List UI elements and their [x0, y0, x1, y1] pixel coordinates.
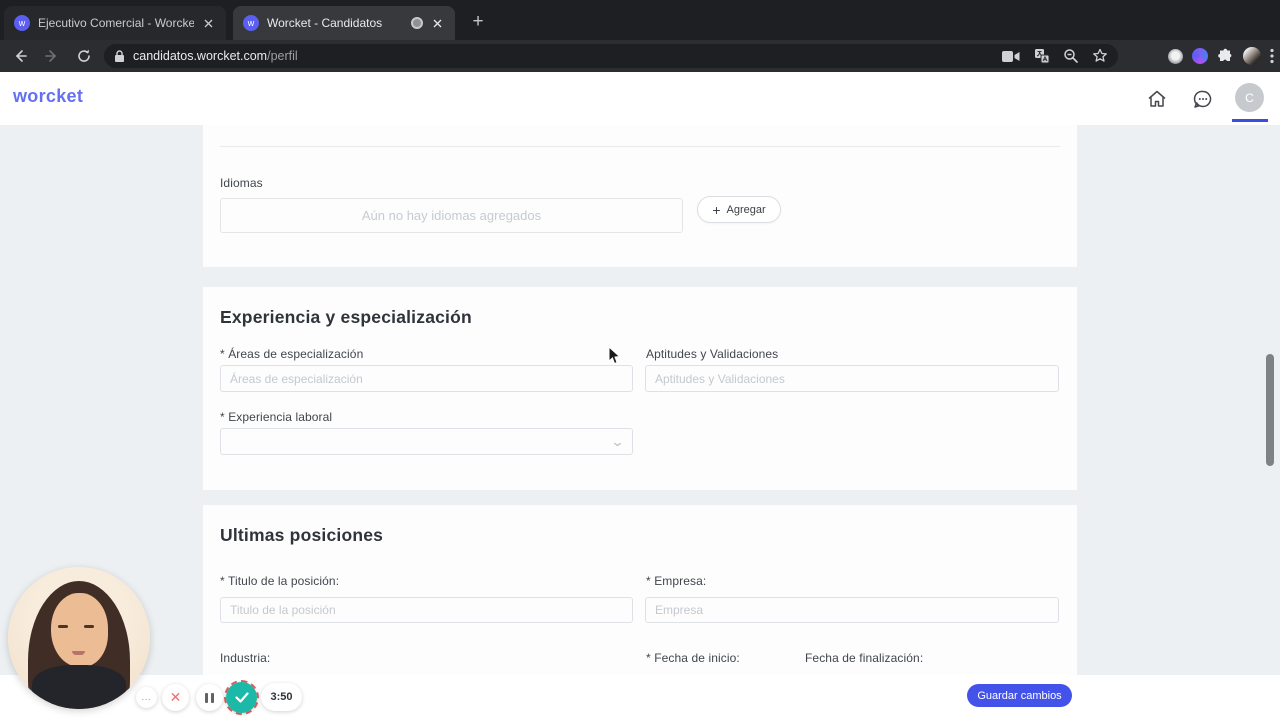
chat-icon[interactable]	[1192, 88, 1214, 110]
recorder-pause-button[interactable]	[196, 684, 223, 711]
recorder-finish-button[interactable]	[226, 682, 257, 713]
industria-label: Industria:	[220, 651, 271, 665]
tab-worcket-candidatos[interactable]: w Worcket - Candidatos	[233, 6, 455, 40]
tab-title: Worcket - Candidatos	[267, 16, 383, 30]
aptitudes-label: Aptitudes y Validaciones	[646, 347, 779, 361]
recorder-more-button[interactable]: …	[136, 687, 157, 708]
recording-indicator-icon	[411, 17, 423, 29]
areas-input[interactable]	[220, 365, 633, 392]
experiencia-laboral-label: * Experiencia laboral	[220, 410, 333, 424]
idiomas-empty-text: Aún no hay idiomas agregados	[361, 208, 542, 223]
titulo-posicion-label: * Titulo de la posición:	[220, 574, 340, 588]
user-avatar[interactable]: C	[1235, 83, 1264, 112]
page-scrollbar[interactable]	[1266, 354, 1274, 466]
webcam-preview[interactable]	[8, 567, 150, 709]
close-tab-icon[interactable]	[200, 15, 216, 31]
plus-icon: +	[712, 201, 721, 218]
posiciones-card: Ultimas posiciones * Titulo de la posici…	[203, 505, 1077, 675]
chevron-down-icon: ⌄	[610, 434, 625, 449]
agregar-idioma-button[interactable]: + Agregar	[697, 196, 781, 223]
experiencia-laboral-select[interactable]: ⌄	[220, 428, 633, 455]
loom-extension-icon[interactable]	[1168, 48, 1183, 64]
tab-ejecutivo-comercial[interactable]: w Ejecutivo Comercial - Worcket	[4, 6, 226, 40]
section-divider	[220, 146, 1060, 147]
worcket-logo[interactable]: worcket	[13, 86, 83, 107]
browser-tab-bar: w Ejecutivo Comercial - Worcket w Worcke…	[0, 0, 1280, 40]
idiomas-empty-list: Aún no hay idiomas agregados	[220, 198, 683, 233]
address-bar[interactable]: candidatos.worcket.com/perfil	[104, 44, 1118, 68]
recorder-timer: 3:50	[261, 683, 302, 711]
worcket-favicon: w	[243, 15, 259, 31]
home-icon[interactable]	[1146, 88, 1168, 110]
tab-title: Ejecutivo Comercial - Worcket	[38, 16, 194, 30]
experiencia-title: Experiencia y especialización	[220, 307, 472, 327]
extension-flower-icon[interactable]	[1192, 48, 1208, 64]
app-header: worcket C	[0, 72, 1280, 125]
recorder-cancel-button[interactable]: ✕	[162, 684, 189, 711]
back-icon[interactable]	[8, 44, 32, 68]
worcket-favicon: w	[14, 15, 30, 31]
posiciones-title: Ultimas posiciones	[220, 525, 384, 545]
fecha-inicio-label: * Fecha de inicio:	[646, 651, 740, 665]
close-tab-icon[interactable]	[429, 15, 445, 31]
active-nav-indicator	[1232, 119, 1268, 122]
idiomas-label: Idiomas	[220, 176, 263, 190]
zoom-icon[interactable]	[1063, 48, 1079, 64]
mouse-cursor	[608, 346, 621, 365]
new-tab-button[interactable]: +	[466, 10, 490, 34]
url-host: candidatos.worcket.com	[133, 49, 268, 63]
reload-icon[interactable]	[72, 44, 96, 68]
browser-menu-icon[interactable]	[1270, 48, 1274, 64]
url-text: candidatos.worcket.com/perfil	[133, 49, 298, 63]
empresa-label: * Empresa:	[646, 574, 707, 588]
forward-icon[interactable]	[40, 44, 64, 68]
titulo-posicion-input[interactable]	[220, 597, 633, 623]
agregar-label: Agregar	[726, 203, 766, 216]
experiencia-card: Experiencia y especialización * Áreas de…	[203, 287, 1077, 490]
fecha-fin-label: Fecha de finalización:	[805, 651, 924, 665]
empresa-input[interactable]	[645, 597, 1059, 623]
lock-icon	[115, 49, 124, 62]
extensions-puzzle-icon[interactable]	[1217, 48, 1234, 65]
url-path: /perfil	[267, 49, 298, 63]
bottom-action-bar	[0, 675, 1280, 720]
bookmark-star-icon[interactable]	[1092, 48, 1108, 64]
guardar-cambios-button[interactable]: Guardar cambios	[967, 684, 1072, 707]
areas-label: * Áreas de especialización	[220, 347, 364, 361]
browser-profile-avatar[interactable]	[1243, 47, 1261, 65]
idiomas-card: Idiomas Aún no hay idiomas agregados + A…	[203, 125, 1077, 267]
browser-toolbar: candidatos.worcket.com/perfil	[0, 40, 1280, 72]
translate-icon[interactable]	[1034, 48, 1050, 64]
check-icon	[234, 692, 249, 703]
camera-icon[interactable]	[1002, 50, 1021, 63]
aptitudes-input[interactable]	[645, 365, 1059, 392]
